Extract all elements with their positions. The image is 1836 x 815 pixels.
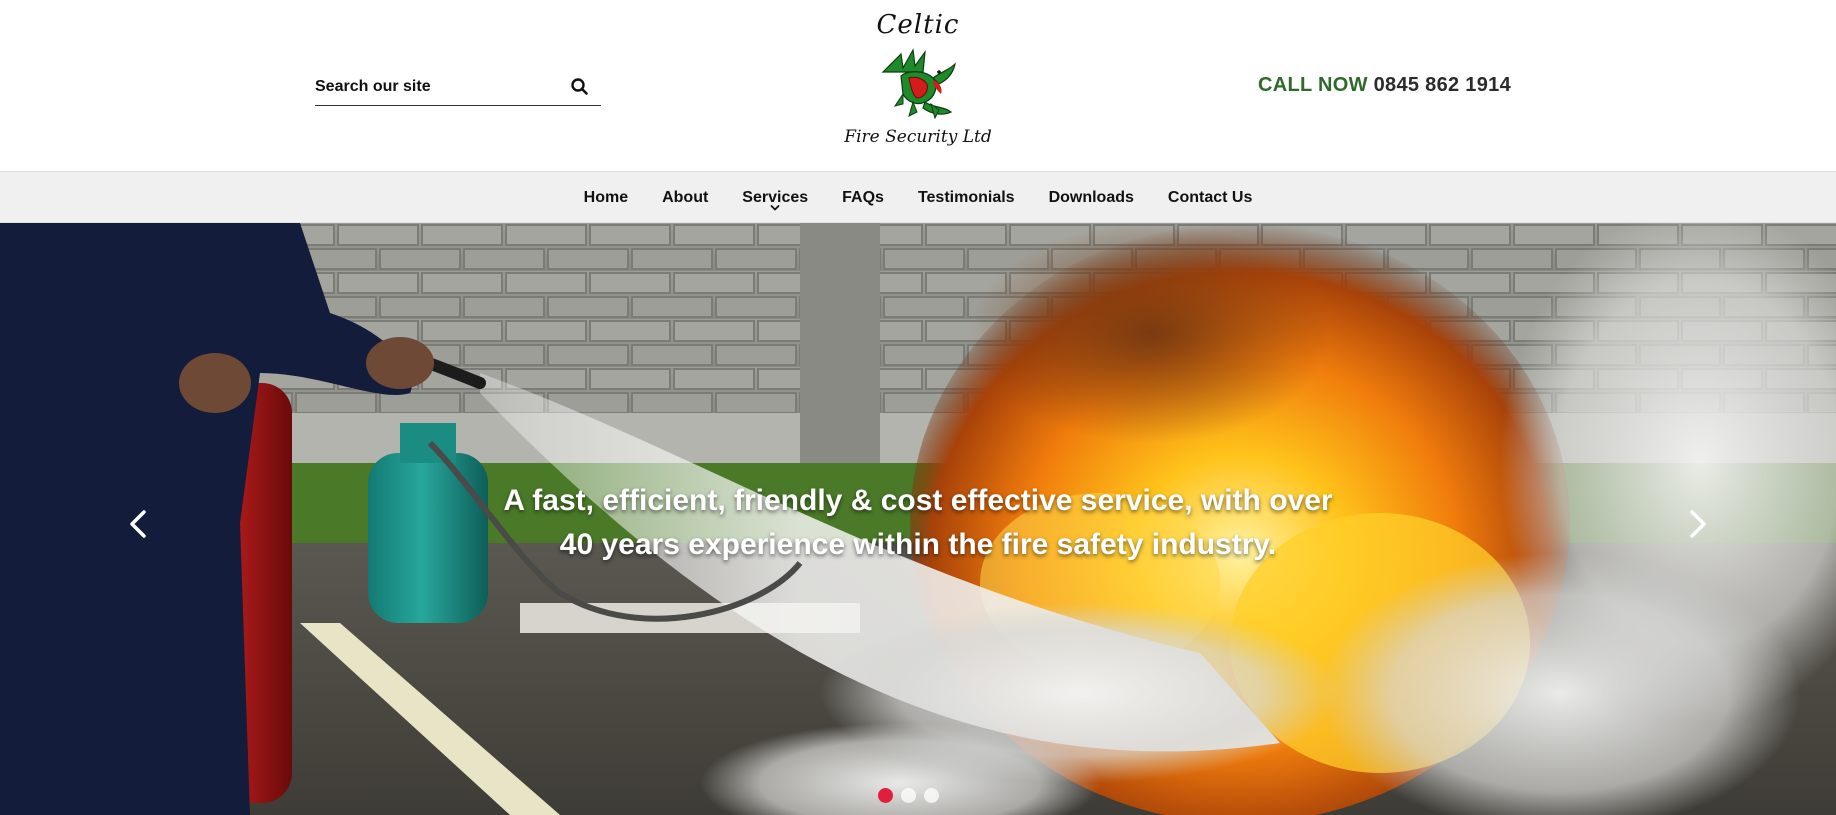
nav-item-label: About [662,189,709,206]
hero-slider: A fast, efficient, friendly & cost effec… [0,223,1836,815]
nav-item-label: Contact Us [1167,189,1253,206]
chevron-down-icon [770,205,780,211]
hero-caption-line-1: A fast, efficient, friendly & cost effec… [503,484,1333,517]
hero-caption-line-2: 40 years experience within the fire safe… [559,528,1277,561]
search-icon[interactable] [569,76,591,98]
slider-dot-1[interactable] [878,788,893,803]
main-navigation: Home About Services FAQs Testimonials Do… [0,172,1836,223]
dragon-logo-icon [881,48,956,120]
nav-item-label: Downloads [1048,189,1134,206]
site-logo[interactable]: Celtic Fire Security Ltd [838,8,998,158]
nav-item-faqs[interactable]: FAQs [842,172,884,223]
nav-item-home[interactable]: Home [584,172,628,223]
nav-item-about[interactable]: About [662,172,708,223]
phone-number[interactable]: 0845 862 1914 [1374,74,1511,96]
search-input[interactable] [315,72,555,102]
nav-item-contact-us[interactable]: Contact Us [1168,172,1252,223]
nav-item-testimonials[interactable]: Testimonials [918,172,1015,223]
call-now[interactable]: CALL NOW 0845 862 1914 [1258,74,1511,97]
call-now-label: CALL NOW [1257,74,1368,96]
nav-item-services[interactable]: Services [742,172,808,223]
nav-item-label: FAQs [842,189,884,206]
slider-dot-3[interactable] [924,788,939,803]
chevron-right-icon[interactable] [1686,507,1710,541]
slider-pagination [878,788,939,803]
search-form [315,72,601,106]
nav-item-label: Testimonials [917,189,1015,206]
hero-caption: A fast, efficient, friendly & cost effec… [0,479,1836,567]
logo-wordmark-top: Celtic [876,10,960,40]
site-header: Celtic Fire Security Ltd CALL NOW 0845 8… [0,0,1836,172]
logo-wordmark-bottom: Fire Security Ltd [844,127,992,147]
nav-item-label: Home [583,189,629,206]
slider-dot-2[interactable] [901,788,916,803]
nav-list: Home About Services FAQs Testimonials Do… [0,172,1836,223]
nav-item-downloads[interactable]: Downloads [1049,172,1134,223]
chevron-left-icon[interactable] [126,507,150,541]
